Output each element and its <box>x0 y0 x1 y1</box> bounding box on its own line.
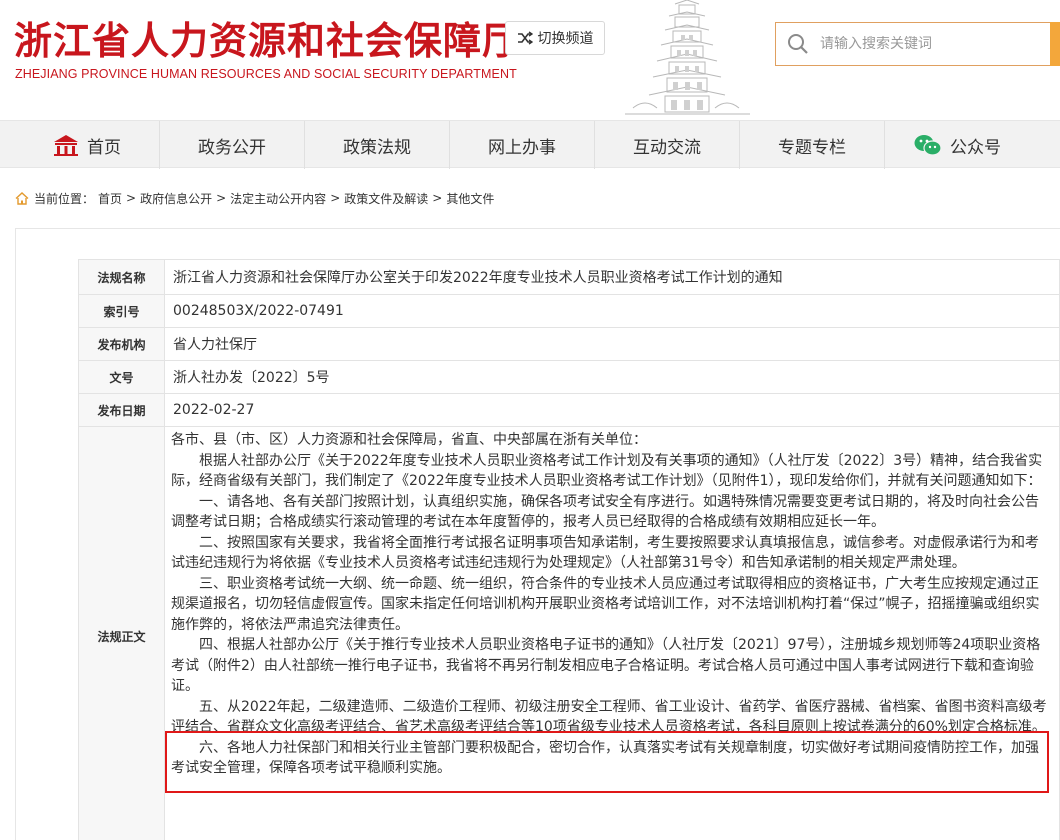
meta-value-publisher: 省人力社保厅 <box>164 327 1060 361</box>
meta-label-title: 法规名称 <box>78 259 165 295</box>
main-nav: 首页 政务公开 政策法规 网上办事 互动交流 专题专栏 公众号 <box>0 120 1060 169</box>
body-paragraph: 三、职业资格考试统一大纲、统一命题、统一组织，符合条件的专业技术人员应通过考试取… <box>171 575 1040 633</box>
pagoda-illustration <box>625 0 750 115</box>
site-logo-en: ZHEJIANG PROVINCE HUMAN RESOURCES AND SO… <box>15 67 517 81</box>
meta-value-doc-number: 浙人社办发〔2022〕5号 <box>164 360 1060 394</box>
table-row: 法规名称 浙江省人力资源和社会保障厅办公室关于印发2022年度专业技术人员职业资… <box>78 259 1060 295</box>
nav-label-policies: 政策法规 <box>343 137 411 158</box>
breadcrumb-sep: > <box>432 191 443 205</box>
meta-value-title: 浙江省人力资源和社会保障厅办公室关于印发2022年度专业技术人员职业资格考试工作… <box>164 259 1060 295</box>
document-body: 各市、县（市、区）人力资源和社会保障局，省直、中央部属在浙有关单位： 根据人社部… <box>164 426 1060 840</box>
breadcrumb-prefix: 当前位置： <box>34 191 95 206</box>
table-row: 发布日期 2022-02-27 <box>78 393 1060 427</box>
search-icon[interactable] <box>776 23 820 65</box>
home-icon <box>54 135 78 156</box>
table-row: 文号 浙人社办发〔2022〕5号 <box>78 360 1060 394</box>
nav-label-online-services: 网上办事 <box>488 137 556 158</box>
nav-item-policies[interactable]: 政策法规 <box>305 121 450 169</box>
wechat-icon <box>914 135 942 156</box>
meta-label-date: 发布日期 <box>78 393 165 427</box>
nav-label-wechat: 公众号 <box>950 137 1001 158</box>
search-box <box>775 22 1060 66</box>
breadcrumb-sep: > <box>216 191 227 205</box>
body-paragraph: 各市、县（市、区）人力资源和社会保障局，省直、中央部属在浙有关单位： <box>171 432 647 448</box>
body-paragraph: 四、根据人社部办公厅《关于推行专业技术人员职业资格电子证书的通知》（人社厅发〔2… <box>171 637 1041 694</box>
site-header: 浙江省人力资源和社会保障厅 ZHEJIANG PROVINCE HUMAN RE… <box>0 0 1060 120</box>
search-submit-button[interactable] <box>1050 22 1060 66</box>
nav-item-interaction[interactable]: 互动交流 <box>595 121 740 169</box>
table-row: 发布机构 省人力社保厅 <box>78 327 1060 361</box>
breadcrumb: 当前位置： 首页 > 政府信息公开 > 法定主动公开内容 > 政策文件及解读 > 其他文… <box>15 189 498 207</box>
meta-label-index: 索引号 <box>78 294 165 328</box>
nav-label-government-affairs: 政务公开 <box>198 137 266 158</box>
meta-value-date: 2022-02-27 <box>164 393 1060 427</box>
meta-label-doc-number: 文号 <box>78 360 165 394</box>
nav-item-special-topics[interactable]: 专题专栏 <box>740 121 885 169</box>
nav-item-government-affairs[interactable]: 政务公开 <box>160 121 305 169</box>
body-paragraph: 二、按照国家有关要求，我省将全面推行考试报名证明事项告知承诺制，考生要按照要求认… <box>171 534 1039 572</box>
body-paragraph: 一、请各地、各有关部门按照计划，认真组织实施，确保各项考试安全有序进行。如遇特殊… <box>171 493 1039 531</box>
meta-label-publisher: 发布机构 <box>78 327 165 361</box>
nav-item-home[interactable]: 首页 <box>15 121 160 169</box>
nav-item-wechat[interactable]: 公众号 <box>885 121 1030 169</box>
body-paragraph: 根据人社部办公厅《关于2022年度专业技术人员职业资格考试工作计划及有关事项的通… <box>171 452 1043 490</box>
search-input[interactable] <box>820 36 1040 52</box>
breadcrumb-item-gov-info[interactable]: 政府信息公开 <box>140 190 212 207</box>
document-meta-table: 法规名称 浙江省人力资源和社会保障厅办公室关于印发2022年度专业技术人员职业资… <box>78 259 1060 840</box>
site-logo-cn[interactable]: 浙江省人力资源和社会保障厅 <box>14 10 521 65</box>
shuffle-icon <box>517 31 533 45</box>
body-paragraph-highlighted: 五、从2022年起，二级建造师、二级造价工程师、初级注册安全工程师、省工业设计、… <box>171 698 1047 736</box>
breadcrumb-item-home[interactable]: 首页 <box>98 190 122 207</box>
breadcrumb-item-policy-docs[interactable]: 政策文件及解读 <box>344 190 428 207</box>
breadcrumb-home-icon <box>15 191 29 205</box>
nav-label-special-topics: 专题专栏 <box>778 137 846 158</box>
table-row: 索引号 00248503X/2022-07491 <box>78 294 1060 328</box>
body-paragraph: 六、各地人力社保部门和相关行业主管部门要积极配合，密切合作，认真落实考试有关规章… <box>171 739 1039 777</box>
breadcrumb-sep: > <box>330 191 341 205</box>
breadcrumb-item-statutory[interactable]: 法定主动公开内容 <box>230 190 326 207</box>
nav-label-home: 首页 <box>87 137 121 158</box>
meta-label-body: 法规正文 <box>78 426 165 840</box>
nav-label-interaction: 互动交流 <box>633 137 701 158</box>
table-row: 法规正文 各市、县（市、区）人力资源和社会保障局，省直、中央部属在浙有关单位： … <box>78 426 1060 840</box>
body-text: 各市、县（市、区）人力资源和社会保障局，省直、中央部属在浙有关单位： 根据人社部… <box>171 430 1047 779</box>
meta-value-index: 00248503X/2022-07491 <box>164 294 1060 328</box>
switch-channel-label: 切换频道 <box>537 31 594 47</box>
breadcrumb-item-other[interactable]: 其他文件 <box>446 190 494 207</box>
breadcrumb-sep: > <box>126 191 137 205</box>
switch-channel-button[interactable]: 切换频道 <box>505 21 605 55</box>
nav-item-online-services[interactable]: 网上办事 <box>450 121 595 169</box>
